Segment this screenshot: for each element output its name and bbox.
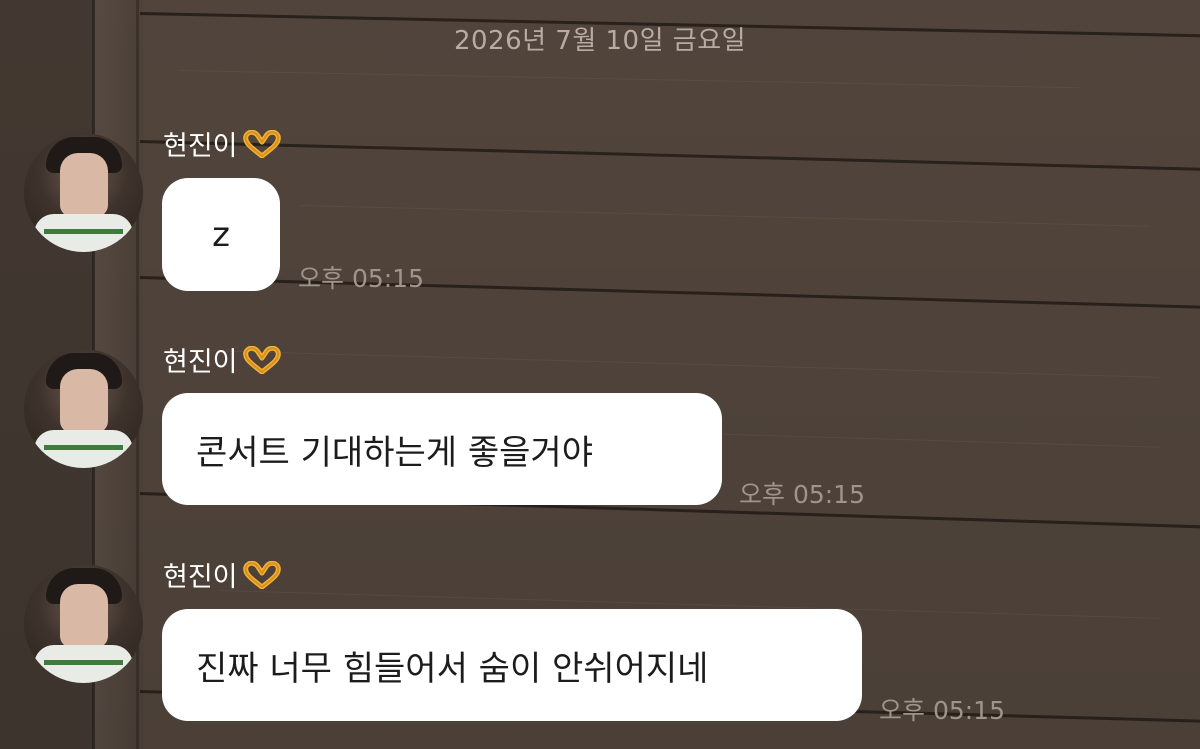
avatar[interactable] [24, 349, 143, 468]
message-time: 오후 05:15 [739, 480, 865, 509]
wood-grain [179, 70, 1080, 89]
heart-hands-icon [242, 129, 281, 158]
sender-name: 현진이 [163, 131, 238, 162]
message-bubble[interactable]: 진짜 너무 힘들어서 숨이 안쉬어지네 [162, 609, 862, 721]
avatar[interactable] [24, 133, 143, 252]
message-bubble[interactable]: z [162, 178, 280, 291]
avatar-hands [60, 153, 108, 217]
message-text: 콘서트 기대하는게 좋을거야 [196, 432, 593, 473]
message-time: 오후 05:15 [298, 264, 424, 293]
message-text: z [212, 214, 230, 255]
plank-line [139, 140, 1200, 172]
avatar-stripe [44, 445, 123, 450]
avatar-stripe [44, 660, 123, 665]
heart-hands-icon [242, 345, 281, 374]
message-text: 진짜 너무 힘들어서 숨이 안쉬어지네 [196, 648, 709, 689]
avatar-hands [60, 584, 108, 648]
sender-name-row: 현진이 [163, 340, 282, 379]
avatar[interactable] [24, 564, 143, 683]
message-time: 오후 05:15 [879, 696, 1005, 725]
sender-name-row: 현진이 [163, 124, 282, 163]
chat-background: 2026년 7월 10일 금요일 현진이 z 오후 05:15 현진이 콘서트 … [0, 0, 1200, 749]
avatar-stripe [44, 229, 123, 234]
sender-name: 현진이 [163, 562, 238, 593]
message-bubble[interactable]: 콘서트 기대하는게 좋을거야 [162, 393, 722, 505]
wood-grain [199, 350, 1160, 378]
avatar-hands [60, 369, 108, 433]
wood-grain [299, 205, 1150, 227]
sender-name-row: 현진이 [163, 555, 282, 594]
sender-name: 현진이 [163, 347, 238, 378]
date-header: 2026년 7월 10일 금요일 [453, 26, 747, 56]
heart-hands-icon [242, 560, 281, 589]
